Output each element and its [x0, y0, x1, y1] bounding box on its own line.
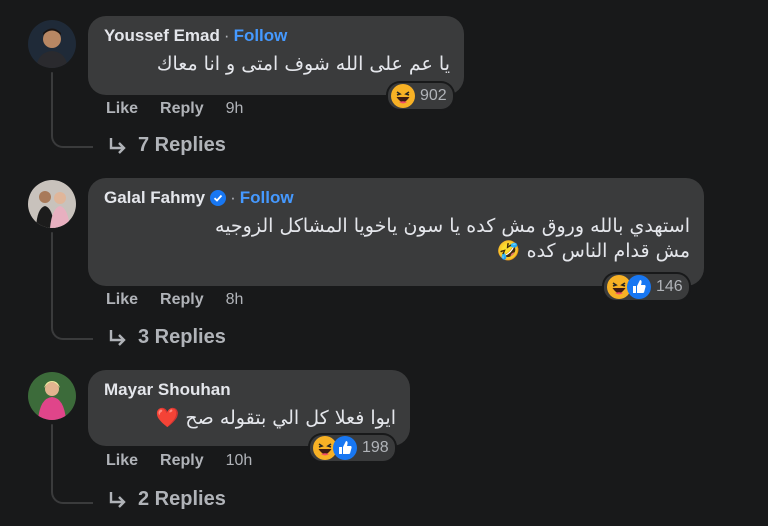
- thread-curve: [51, 130, 93, 148]
- replies-label: 7 Replies: [138, 134, 226, 156]
- comment-text-line-2: مش قدام الناس كده 🤣: [496, 240, 690, 262]
- like-icon: [626, 274, 652, 300]
- author-name[interactable]: Youssef Emad: [104, 26, 220, 46]
- comment-actions: Like Reply 10h: [106, 452, 274, 470]
- author-name[interactable]: Galal Fahmy: [104, 188, 205, 208]
- reply-button[interactable]: Reply: [160, 291, 204, 309]
- haha-icon: [390, 83, 416, 109]
- like-button[interactable]: Like: [106, 100, 138, 118]
- reply-arrow-icon: [109, 137, 126, 154]
- comment-text: يا عم على الله شوف امتى و انا معاك: [156, 53, 450, 75]
- reaction-count: 198: [362, 439, 389, 456]
- view-replies-button[interactable]: 3 Replies: [108, 326, 226, 349]
- comment-actions: Like Reply 9h: [106, 100, 265, 118]
- replies-label: 2 Replies: [138, 488, 226, 510]
- reply-arrow-icon: [109, 491, 126, 508]
- comment-text: استهدي بالله وروق مش كده يا سون ياخويا ا…: [215, 215, 690, 237]
- follow-button[interactable]: Follow: [240, 188, 294, 208]
- thread-curve: [51, 486, 93, 504]
- timestamp[interactable]: 9h: [226, 100, 244, 118]
- follow-button[interactable]: Follow: [234, 26, 288, 46]
- like-button[interactable]: Like: [106, 291, 138, 309]
- avatar[interactable]: [28, 372, 76, 420]
- comment-text: ايوا فعلا كل الي بتقوله صح ❤️: [155, 407, 396, 429]
- separator-dot: ·: [223, 26, 230, 45]
- avatar[interactable]: [28, 180, 76, 228]
- timestamp[interactable]: 10h: [226, 452, 253, 470]
- thread-curve: [51, 322, 93, 340]
- author-name[interactable]: Mayar Shouhan: [104, 380, 231, 400]
- like-icon: [332, 435, 358, 461]
- view-replies-button[interactable]: 7 Replies: [108, 134, 226, 157]
- thread-line: [51, 72, 53, 132]
- verified-badge-icon: [210, 190, 227, 206]
- replies-label: 3 Replies: [138, 326, 226, 348]
- separator-dot: ·: [230, 188, 236, 207]
- timestamp[interactable]: 8h: [226, 291, 244, 309]
- view-replies-button[interactable]: 2 Replies: [108, 488, 226, 511]
- reply-button[interactable]: Reply: [160, 100, 204, 118]
- like-button[interactable]: Like: [106, 452, 138, 470]
- thread-line: [51, 232, 53, 324]
- avatar[interactable]: [28, 20, 76, 68]
- reply-arrow-icon: [109, 329, 126, 346]
- thread-line: [51, 424, 53, 488]
- comment-bubble: Galal Fahmy · Follow استهدي بالله وروق م…: [88, 178, 704, 286]
- reaction-count: 146: [656, 278, 683, 295]
- reaction-summary[interactable]: 902: [388, 83, 453, 109]
- reaction-summary[interactable]: 198: [310, 435, 395, 461]
- comment-actions: Like Reply 8h: [106, 291, 265, 309]
- reaction-count: 902: [420, 87, 447, 104]
- reaction-summary[interactable]: 146: [604, 274, 689, 300]
- reply-button[interactable]: Reply: [160, 452, 204, 470]
